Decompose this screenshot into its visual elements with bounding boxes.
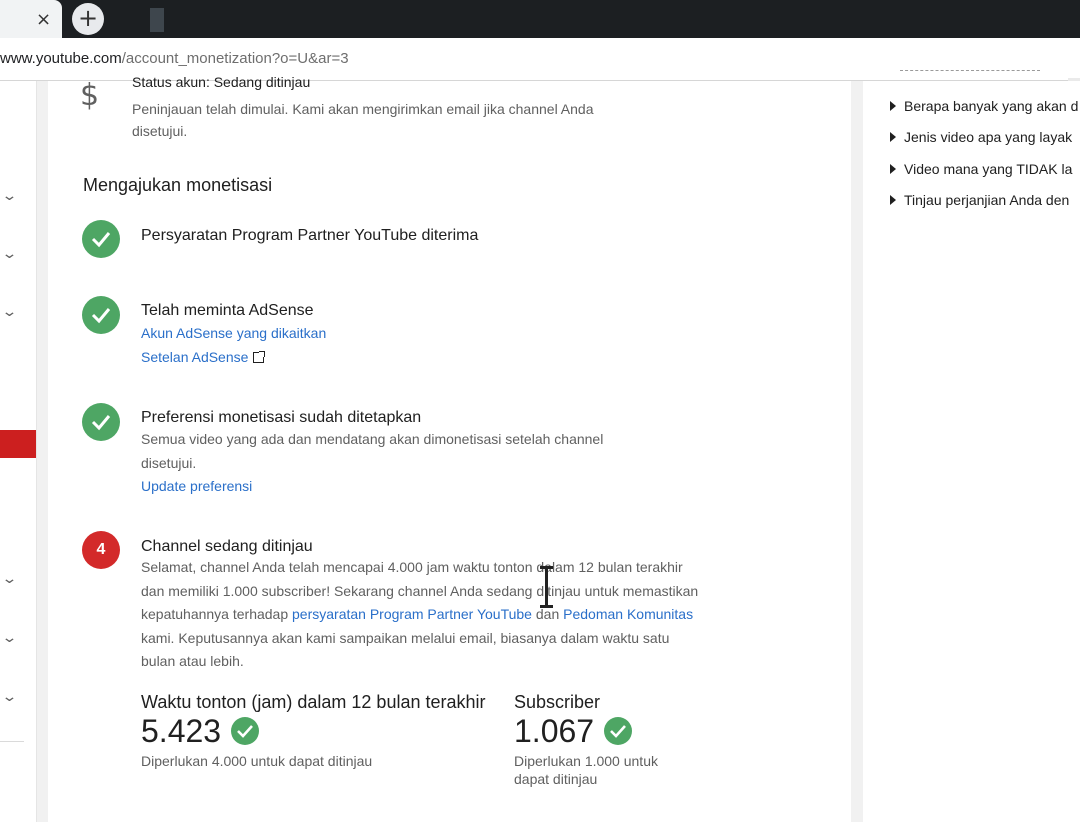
watch-hours-requirement: Diperlukan 4.000 untuk dapat ditinjau <box>141 753 373 769</box>
help-item[interactable]: Video mana yang TIDAK la <box>890 161 1072 177</box>
linked-adsense-account-link[interactable]: Akun AdSense yang dikaitkan <box>141 325 326 341</box>
browser-tab-strip: × + <box>0 0 1080 38</box>
chevron-down-icon[interactable]: ⌄ <box>1 246 21 262</box>
help-item[interactable]: Tinjau perjanjian Anda den <box>890 192 1069 208</box>
step-channel-review: Channel sedang ditinjau <box>141 538 313 555</box>
step-adsense-links: Akun AdSense yang dikaitkan Setelan AdSe… <box>141 322 326 369</box>
adsense-settings-link[interactable]: Setelan AdSense <box>141 349 248 365</box>
help-item-label: Jenis video apa yang layak <box>904 129 1073 145</box>
help-item-label: Berapa banyak yang akan d <box>904 98 1079 114</box>
chevron-down-icon[interactable]: ⌄ <box>1 304 21 320</box>
help-item-label: Video mana yang TIDAK la <box>904 161 1073 177</box>
browser-tab[interactable]: × <box>0 0 62 38</box>
section-title: Mengajukan monetisasi <box>83 175 273 195</box>
step-preferences-set: Preferensi monetisasi sudah ditetapkan <box>141 409 422 426</box>
new-tab-button[interactable]: + <box>72 3 104 35</box>
divider <box>0 741 24 742</box>
dollar-icon: $ <box>80 78 100 113</box>
preferences-description: Semua video yang ada dan mendatang akan … <box>141 431 604 471</box>
help-item[interactable]: Berapa banyak yang akan d <box>890 98 1078 114</box>
url-path: /account_monetization?o=U&ar=3 <box>121 50 349 67</box>
triangle-right-icon <box>890 132 896 142</box>
chevron-down-icon[interactable]: ⌄ <box>1 188 21 204</box>
chevron-down-icon[interactable]: ⌄ <box>1 630 21 646</box>
chevron-down-icon[interactable]: ⌄ <box>1 571 21 587</box>
check-circle-icon <box>231 717 259 745</box>
triangle-right-icon <box>890 101 896 111</box>
help-item[interactable]: Jenis video apa yang layak <box>890 129 1072 145</box>
subscriber-value: 1.067 <box>514 713 595 749</box>
left-nav-rail: ⌄ ⌄ ⌄ ⌄ ⌄ ⌄ <box>0 81 37 822</box>
step-ypp-accepted: Persyaratan Program Partner YouTube dite… <box>141 227 479 244</box>
external-link-icon[interactable] <box>253 350 266 363</box>
tab-thumbnail-icon[interactable] <box>150 8 164 32</box>
account-status-title: Status akun: Sedang ditinjau <box>132 74 311 90</box>
review-text: dan <box>531 606 564 622</box>
subscriber-requirement: Diperlukan 1.000 untuk dapat ditinjau <box>514 753 658 787</box>
watch-hours-value: 5.423 <box>141 713 222 749</box>
active-nav-indicator[interactable] <box>0 430 36 458</box>
subscriber-label: Subscriber <box>514 692 601 712</box>
step-adsense-requested: Telah meminta AdSense <box>141 302 314 319</box>
watch-hours-label: Waktu tonton (jam) dalam 12 bulan terakh… <box>141 692 486 712</box>
review-text: kami. Keputusannya akan kami sampaikan m… <box>141 629 670 670</box>
account-status-description: Peninjauan telah dimulai. Kami akan meng… <box>132 101 594 139</box>
check-circle-icon <box>82 403 120 441</box>
community-guidelines-link[interactable]: Pedoman Komunitas <box>563 606 693 622</box>
triangle-right-icon <box>890 195 896 205</box>
help-item-label: Tinjau perjanjian Anda den <box>904 192 1070 208</box>
check-circle-icon <box>82 296 120 334</box>
check-circle-icon <box>82 220 120 258</box>
chevron-down-icon[interactable]: ⌄ <box>1 689 21 705</box>
step-preferences-text: Semua video yang ada dan mendatang akan … <box>141 428 661 499</box>
update-preferences-link[interactable]: Update preferensi <box>141 478 252 494</box>
text-cursor-icon <box>540 566 553 608</box>
step-number-badge: 4 <box>82 531 120 569</box>
triangle-right-icon <box>890 164 896 174</box>
url-text[interactable]: www.youtube.com/account_monetization?o=U… <box>0 50 349 67</box>
check-circle-icon <box>604 717 632 745</box>
divider <box>900 70 1040 77</box>
url-domain: www.youtube.com <box>0 50 122 67</box>
ypp-requirements-link[interactable]: persyaratan Program Partner YouTube <box>292 606 532 622</box>
tab-close-icon[interactable]: × <box>36 9 51 30</box>
step-channel-review-text: Selamat, channel Anda telah mencapai 4.0… <box>141 556 701 674</box>
